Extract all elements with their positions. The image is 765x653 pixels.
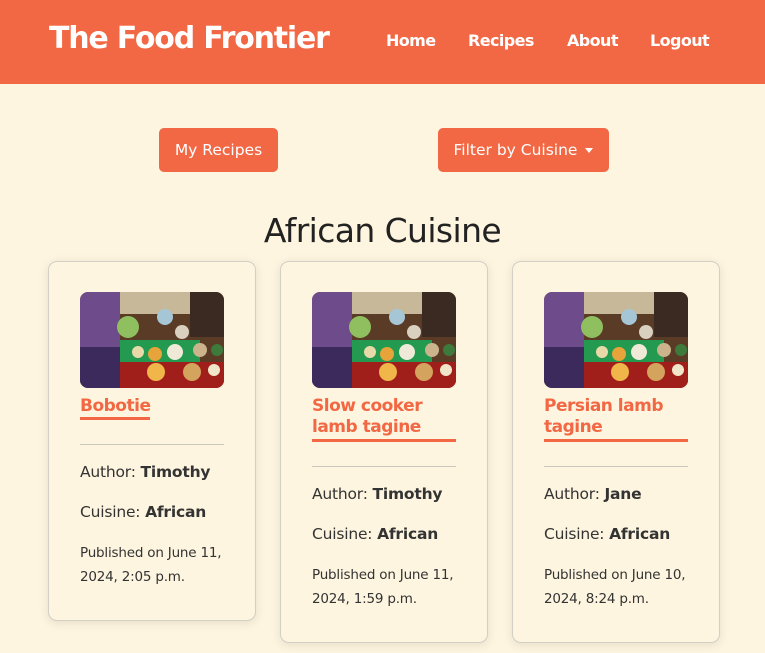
- recipe-card: Bobotie Author: Timothy Cuisine: African…: [48, 261, 256, 621]
- divider: [80, 444, 224, 445]
- published-date: Published on June 11, 2024, 1:59 p.m.: [312, 567, 454, 607]
- author-label: Author:: [312, 485, 368, 503]
- nav-about[interactable]: About: [567, 31, 618, 50]
- published-date: Published on June 10, 2024, 8:24 p.m.: [544, 567, 686, 607]
- divider: [544, 466, 688, 467]
- divider: [312, 466, 456, 467]
- brand-logo[interactable]: The Food Frontier: [49, 21, 330, 56]
- nav-home[interactable]: Home: [386, 31, 436, 50]
- my-recipes-label: My Recipes: [174, 141, 263, 159]
- author-name: Timothy: [372, 485, 443, 503]
- author-line: Author: Jane: [544, 485, 642, 503]
- filter-cuisine-dropdown[interactable]: Filter by Cuisine: [438, 128, 609, 172]
- cuisine-name: African: [377, 525, 439, 543]
- cuisine-label: Cuisine:: [544, 525, 605, 543]
- cuisine-line: Cuisine: African: [80, 503, 206, 521]
- nav-logout[interactable]: Logout: [650, 31, 710, 50]
- published-date: Published on June 11, 2024, 2:05 p.m.: [80, 545, 222, 585]
- recipe-image[interactable]: [312, 292, 456, 388]
- my-recipes-button[interactable]: My Recipes: [159, 128, 278, 172]
- page-title: African Cuisine: [263, 211, 502, 250]
- filter-cuisine-label: Filter by Cuisine: [453, 141, 578, 159]
- cuisine-label: Cuisine:: [312, 525, 373, 543]
- recipe-title: Bobotie: [80, 396, 151, 420]
- cuisine-name: African: [145, 503, 207, 521]
- cuisine-label: Cuisine:: [80, 503, 141, 521]
- author-line: Author: Timothy: [312, 485, 443, 503]
- recipe-title-link[interactable]: Persian lamb tagine: [544, 396, 688, 442]
- navbar: The Food Frontier Home Recipes About Log…: [0, 0, 765, 84]
- recipe-image[interactable]: [80, 292, 224, 388]
- recipe-title: Slow cooker lamb tagine: [312, 396, 456, 442]
- recipe-image[interactable]: [544, 292, 688, 388]
- recipe-title-link[interactable]: Slow cooker lamb tagine: [312, 396, 456, 442]
- cuisine-line: Cuisine: African: [544, 525, 670, 543]
- recipe-card: Slow cooker lamb tagine Author: Timothy …: [280, 261, 488, 643]
- nav-recipes[interactable]: Recipes: [468, 31, 534, 50]
- cuisine-line: Cuisine: African: [312, 525, 438, 543]
- author-label: Author:: [80, 463, 136, 481]
- caret-down-icon: [585, 147, 594, 153]
- recipe-card: Persian lamb tagine Author: Jane Cuisine…: [512, 261, 720, 643]
- recipe-title-link[interactable]: Bobotie: [80, 396, 224, 420]
- recipe-title: Persian lamb tagine: [544, 396, 688, 442]
- author-line: Author: Timothy: [80, 463, 211, 481]
- author-name: Timothy: [140, 463, 211, 481]
- author-name: Jane: [604, 485, 642, 503]
- author-label: Author:: [544, 485, 600, 503]
- cuisine-name: African: [609, 525, 671, 543]
